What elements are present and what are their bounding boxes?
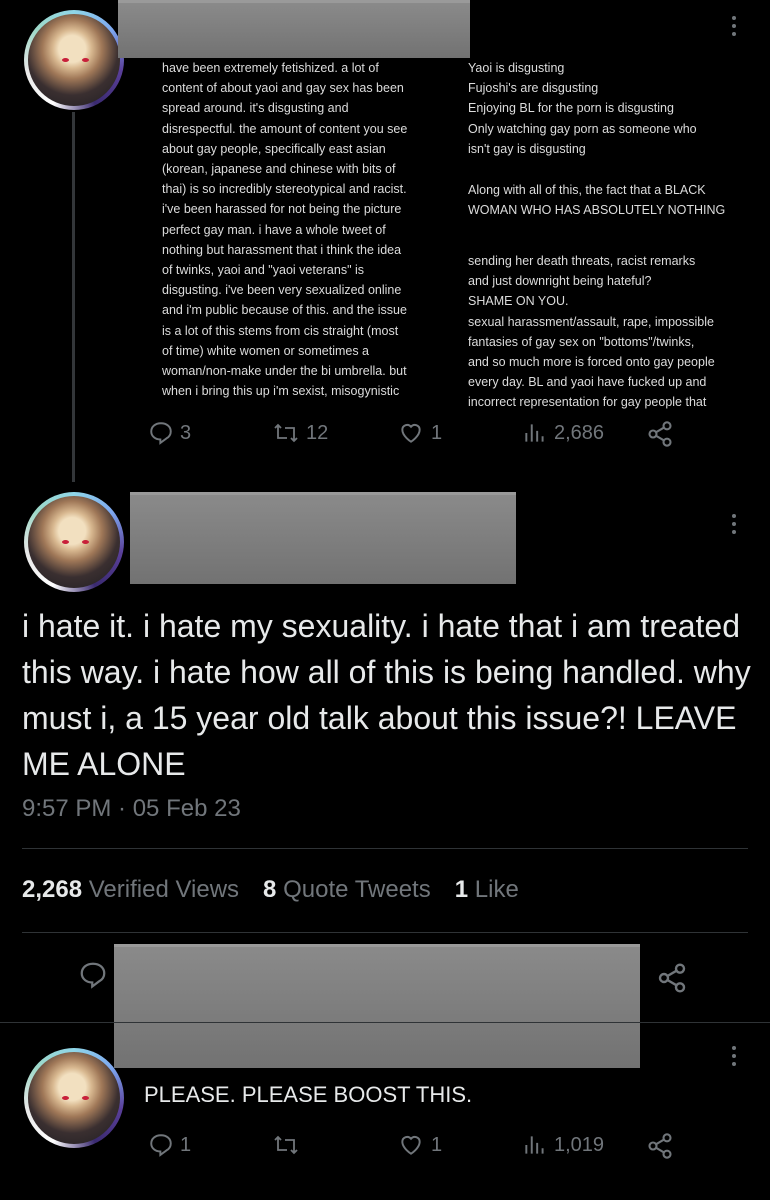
more-icon[interactable] xyxy=(731,16,737,40)
like-count: 1 xyxy=(431,1133,443,1156)
redacted-username xyxy=(130,492,516,584)
views-count: 1,019 xyxy=(554,1133,605,1156)
views-count: 2,686 xyxy=(554,421,605,444)
reply-count: 1 xyxy=(180,1133,192,1156)
divider xyxy=(0,1022,770,1023)
reply-icon xyxy=(148,420,174,446)
more-icon[interactable] xyxy=(731,514,737,538)
views-button[interactable]: 2,686 xyxy=(522,420,604,446)
avatar[interactable] xyxy=(24,1048,124,1148)
views-icon xyxy=(522,1132,548,1158)
divider xyxy=(22,932,748,933)
quote-tweets-stat[interactable]: 8 Quote Tweets xyxy=(263,876,431,904)
like-count: 1 xyxy=(431,421,443,444)
retweet-icon xyxy=(272,420,300,446)
verified-views-stat[interactable]: 2,268 Verified Views xyxy=(22,876,239,904)
reply-button[interactable] xyxy=(78,960,108,990)
share-button[interactable] xyxy=(646,420,674,448)
quotes-label: Quote Tweets xyxy=(283,876,431,903)
retweet-button[interactable] xyxy=(272,1132,300,1158)
divider xyxy=(22,848,748,849)
thread-line xyxy=(72,112,75,482)
views-button[interactable]: 1,019 xyxy=(522,1132,604,1158)
screenshot-text-right-a: Yaoi is disgusting Fujoshi's are disgust… xyxy=(468,61,697,156)
redacted-region xyxy=(114,944,640,1068)
share-button[interactable] xyxy=(646,1132,674,1160)
reply-icon xyxy=(78,960,108,990)
retweet-icon xyxy=(272,1132,300,1158)
like-button[interactable]: 1 xyxy=(397,420,442,446)
reply-text: PLEASE. PLEASE BOOST THIS. xyxy=(144,1082,473,1107)
more-icon[interactable] xyxy=(731,1046,737,1070)
share-icon xyxy=(656,962,688,994)
share-button[interactable] xyxy=(656,962,688,994)
retweet-count: 12 xyxy=(306,421,329,444)
screenshot-text-right-c: sending her death threats, racist remark… xyxy=(468,254,715,410)
redacted-username xyxy=(118,0,470,58)
share-icon xyxy=(646,1132,674,1160)
like-icon xyxy=(397,1132,425,1158)
likes-stat[interactable]: 1 Like xyxy=(455,876,519,904)
like-button[interactable]: 1 xyxy=(397,1132,442,1158)
likes-count: 1 xyxy=(454,876,469,903)
views-count: 2,268 xyxy=(22,876,83,903)
reply-icon xyxy=(148,1132,174,1158)
screenshot-text-right-b: Along with all of this, the fact that a … xyxy=(468,183,726,218)
avatar[interactable] xyxy=(24,492,124,592)
screenshot-text-left: have been extremely fetishized. a lot of… xyxy=(162,61,408,398)
tweet-text: i hate it. i hate my sexuality. i hate t… xyxy=(22,608,751,782)
tweet-stats: 2,268 Verified Views 8 Quote Tweets 1 Li… xyxy=(22,876,519,904)
avatar[interactable] xyxy=(24,10,124,110)
retweet-button[interactable]: 12 xyxy=(272,420,328,446)
reply-button[interactable]: 1 xyxy=(148,1132,191,1158)
views-label: Verified Views xyxy=(88,876,240,903)
tweet-timestamp[interactable]: 9:57 PM · 05 Feb 23 xyxy=(22,795,241,823)
reply-button[interactable]: 3 xyxy=(148,420,191,446)
quotes-count: 8 xyxy=(263,876,277,903)
share-icon xyxy=(646,420,674,448)
like-icon xyxy=(397,420,425,446)
reply-count: 3 xyxy=(180,421,192,444)
likes-label: Like xyxy=(474,876,519,903)
views-icon xyxy=(522,420,548,446)
